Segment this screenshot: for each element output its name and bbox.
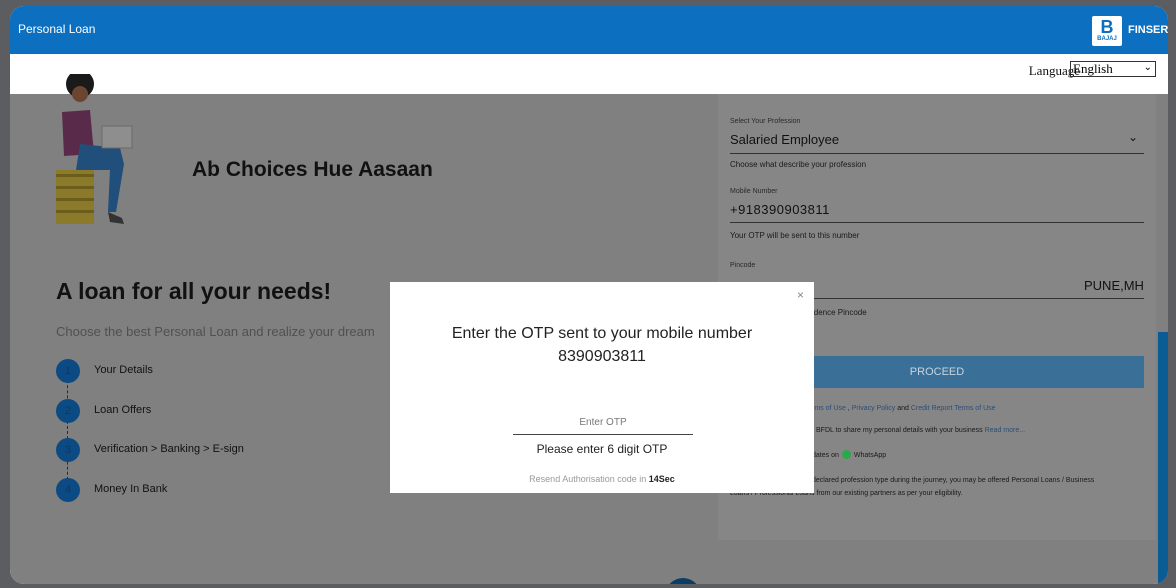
side-panel-edge bbox=[1158, 332, 1168, 584]
terms-and: and bbox=[897, 405, 909, 412]
language-selected: English bbox=[1073, 61, 1113, 76]
chevron-down-icon: ⌄ bbox=[1143, 62, 1152, 73]
mobile-help: Your OTP will be sent to this number bbox=[730, 231, 860, 240]
hero-headline: Ab Choices Hue Aasaan bbox=[192, 158, 433, 181]
step-your-details: 1 Your Details bbox=[56, 359, 356, 383]
language-select[interactable]: English ⌄ bbox=[1070, 61, 1156, 77]
step-label: Money In Bank bbox=[94, 483, 168, 495]
chevron-down-icon: ⌄ bbox=[1127, 130, 1138, 144]
step-verification: 3 Verification > Banking > E-sign bbox=[56, 438, 356, 462]
step-number: 2 bbox=[56, 399, 80, 423]
close-icon[interactable]: × bbox=[797, 288, 804, 302]
otp-message-line1: Enter the OTP sent to your mobile number bbox=[451, 325, 753, 342]
step-label: Your Details bbox=[94, 364, 153, 376]
resend-timer: Resend Authorisation code in 14Sec bbox=[390, 474, 814, 484]
credit-report-terms-link[interactable]: Credit Report Terms of Use bbox=[911, 405, 996, 412]
hero-title: A loan for all your needs! bbox=[56, 278, 332, 304]
bajaj-logo: B BAJAJ bbox=[1092, 16, 1122, 46]
profession-value: Salaried Employee bbox=[730, 132, 840, 147]
privacy-policy-link[interactable]: Privacy Policy bbox=[852, 405, 896, 412]
step-money-in-bank: 4 Money In Bank bbox=[56, 478, 356, 502]
otp-dialog: × Enter the OTP sent to your mobile numb… bbox=[390, 282, 814, 493]
whatsapp-label: WhatsApp bbox=[853, 451, 887, 459]
otp-input[interactable] bbox=[513, 410, 693, 435]
hero-subtitle: Choose the best Personal Loan and realiz… bbox=[56, 324, 375, 339]
whatsapp-prefix: dates on bbox=[812, 451, 839, 459]
profession-select[interactable]: Salaried Employee ⌄ bbox=[730, 130, 1144, 150]
step-loan-offers: 2 Loan Offers bbox=[56, 399, 356, 423]
language-bar: Language English ⌄ bbox=[10, 54, 1168, 94]
illustration-woman-laptop bbox=[56, 74, 133, 224]
consent-line: BFDL to share my personal details with y… bbox=[816, 427, 1025, 434]
profession-underline bbox=[730, 153, 1144, 154]
profession-help: Choose what describe your profession bbox=[730, 160, 867, 169]
eligibility-note-line1: declared profession type during the jour… bbox=[812, 477, 1095, 484]
step-label: Loan Offers bbox=[94, 404, 152, 416]
profession-label: Select Your Profession bbox=[730, 118, 801, 125]
whatsapp-icon bbox=[841, 450, 851, 459]
chat-bubble-button[interactable] bbox=[665, 578, 701, 584]
read-more-link[interactable]: Read more... bbox=[985, 427, 1025, 434]
pincode-city: PUNE,MH bbox=[1084, 278, 1144, 293]
terms-of-use-link[interactable]: rms of Use bbox=[812, 405, 846, 412]
resend-text: Resend Authorisation code in bbox=[529, 474, 647, 484]
logo-text: FINSER bbox=[1128, 24, 1168, 36]
mobile-field[interactable]: +918390903811 bbox=[730, 202, 830, 217]
step-number: 3 bbox=[56, 438, 80, 462]
steps-connector bbox=[67, 370, 68, 490]
otp-mobile-number: 8390903811 bbox=[558, 348, 646, 365]
page-title: Personal Loan bbox=[18, 22, 96, 36]
step-number: 1 bbox=[56, 359, 80, 383]
otp-error: Please enter 6 digit OTP bbox=[536, 442, 668, 456]
resend-countdown: 14Sec bbox=[648, 474, 675, 484]
step-label: Verification > Banking > E-sign bbox=[94, 443, 244, 455]
pincode-help: idence Pincode bbox=[812, 308, 867, 317]
top-bar: Personal Loan B BAJAJ FINSER bbox=[10, 6, 1168, 54]
mobile-label: Mobile Number bbox=[730, 188, 778, 195]
terms-line: rms of Use , Privacy Policy and Credit R… bbox=[812, 405, 996, 412]
consent-text: BFDL to share my personal details with y… bbox=[816, 427, 983, 434]
pincode-label: Pincode bbox=[730, 262, 756, 269]
otp-message: Enter the OTP sent to your mobile number… bbox=[390, 322, 814, 368]
whatsapp-line: dates on WhatsApp bbox=[812, 450, 886, 460]
mobile-underline bbox=[730, 222, 1144, 223]
step-number: 4 bbox=[56, 478, 80, 502]
